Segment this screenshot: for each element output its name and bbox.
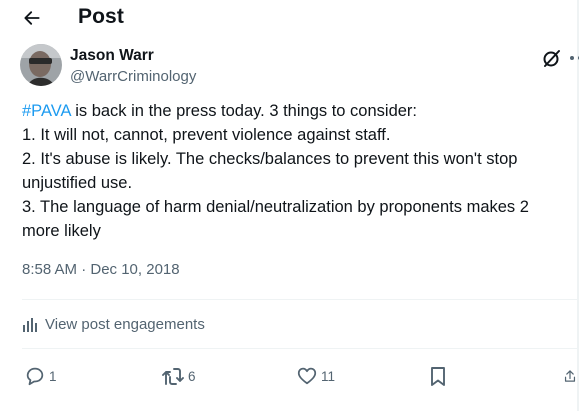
- reply-icon: [26, 367, 44, 386]
- tweet-text: #PAVA is back in the press today. 3 thin…: [22, 99, 570, 243]
- divider: [22, 348, 577, 349]
- more-options-icon: [570, 56, 579, 60]
- like-count: 11: [321, 368, 336, 384]
- grok-button[interactable]: [540, 46, 564, 70]
- arrow-left-icon: [24, 11, 40, 25]
- back-button[interactable]: [16, 4, 48, 32]
- divider: [22, 299, 577, 300]
- share-button[interactable]: [563, 364, 577, 388]
- tweet-line: more likely: [22, 222, 101, 240]
- more-options-button[interactable]: [566, 44, 579, 72]
- view-engagements-link[interactable]: View post engagements: [22, 316, 205, 333]
- tweet-line: 3. The language of harm denial/neutraliz…: [22, 198, 529, 216]
- like-button[interactable]: 11: [296, 364, 335, 388]
- share-icon: [564, 370, 576, 382]
- hashtag-link[interactable]: #PAVA: [22, 102, 71, 120]
- author-name[interactable]: Jason Warr: [70, 47, 154, 65]
- repost-button[interactable]: 6: [161, 364, 196, 388]
- author-handle[interactable]: @WarrCriminology: [70, 68, 196, 85]
- page-header: Post: [0, 0, 579, 36]
- profile-photo-icon: [20, 44, 62, 86]
- avatar[interactable]: [20, 44, 62, 86]
- tweet-line: unjustified use.: [22, 174, 133, 192]
- heart-icon: [297, 367, 317, 385]
- grok-icon: [543, 50, 560, 67]
- repost-count: 6: [188, 368, 196, 384]
- tweet-line: #PAVA is back in the press today. 3 thin…: [22, 99, 570, 123]
- post-timestamp[interactable]: 8:58 AM · Dec 10, 2018: [22, 261, 180, 278]
- bar-chart-icon: [23, 317, 37, 332]
- tweet-line: 2. It's abuse is likely. The checks/bala…: [22, 150, 518, 168]
- bookmark-icon: [431, 367, 445, 386]
- page-title: Post: [78, 5, 124, 28]
- bookmark-button[interactable]: [428, 364, 448, 388]
- tweet-line: 1. It will not, cannot, prevent violence…: [22, 126, 391, 144]
- reply-count: 1: [49, 368, 57, 384]
- tweet-text-span: is back in the press today. 3 things to …: [70, 102, 418, 120]
- engagements-label: View post engagements: [45, 316, 205, 333]
- repost-icon: [162, 368, 184, 385]
- reply-button[interactable]: 1: [24, 364, 57, 388]
